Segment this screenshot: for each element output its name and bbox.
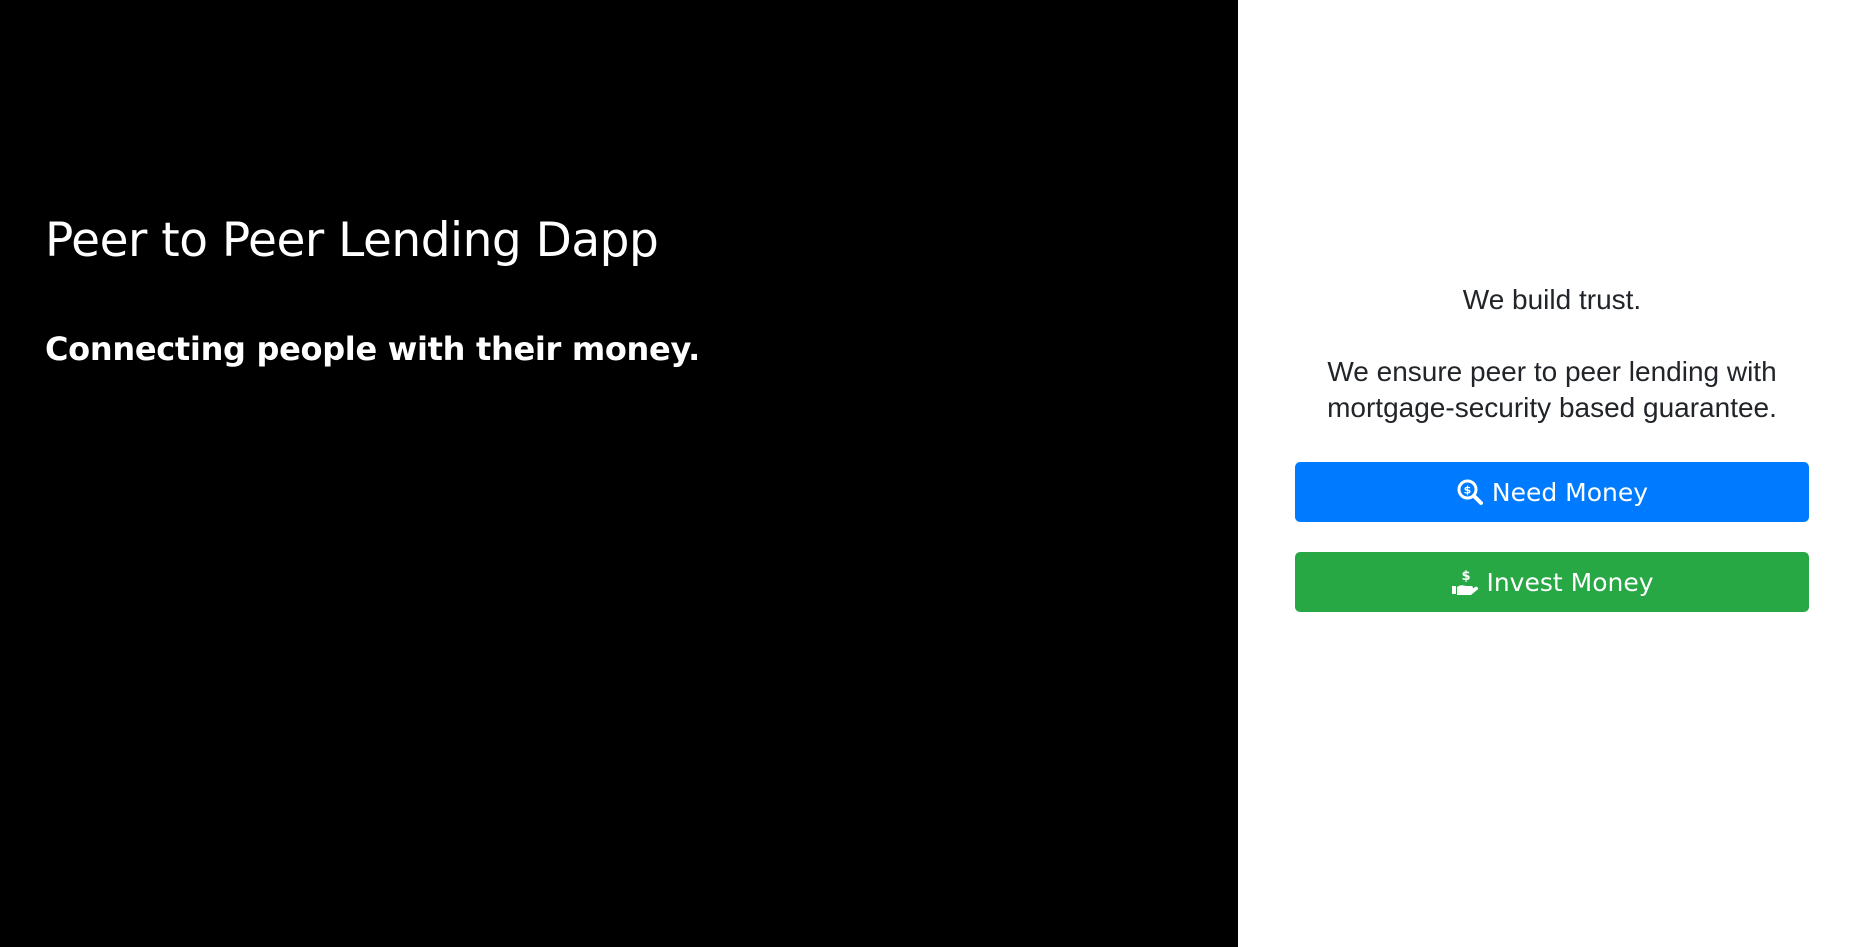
search-dollar-icon: $ bbox=[1456, 478, 1484, 506]
invest-money-label: Invest Money bbox=[1486, 567, 1654, 597]
hero-panel: Peer to Peer Lending Dapp Connecting peo… bbox=[0, 0, 1238, 947]
invest-money-button[interactable]: $ Invest Money bbox=[1295, 552, 1809, 612]
tagline-guarantee: We ensure peer to peer lending with mort… bbox=[1327, 356, 1777, 423]
need-money-button[interactable]: $ Need Money bbox=[1295, 462, 1809, 522]
svg-text:$: $ bbox=[1462, 569, 1471, 584]
need-money-label: Need Money bbox=[1491, 477, 1649, 507]
hand-holding-usd-icon: $ bbox=[1450, 568, 1479, 596]
hero-subtitle: Connecting people with their money. bbox=[45, 330, 700, 368]
tagline-trust: We build trust. bbox=[1462, 284, 1642, 315]
svg-text:$: $ bbox=[1464, 484, 1472, 497]
landing-page: Peer to Peer Lending Dapp Connecting peo… bbox=[0, 0, 1852, 947]
action-panel: We build trust. We ensure peer to peer l… bbox=[1238, 0, 1852, 947]
hero-title: Peer to Peer Lending Dapp bbox=[45, 213, 659, 268]
